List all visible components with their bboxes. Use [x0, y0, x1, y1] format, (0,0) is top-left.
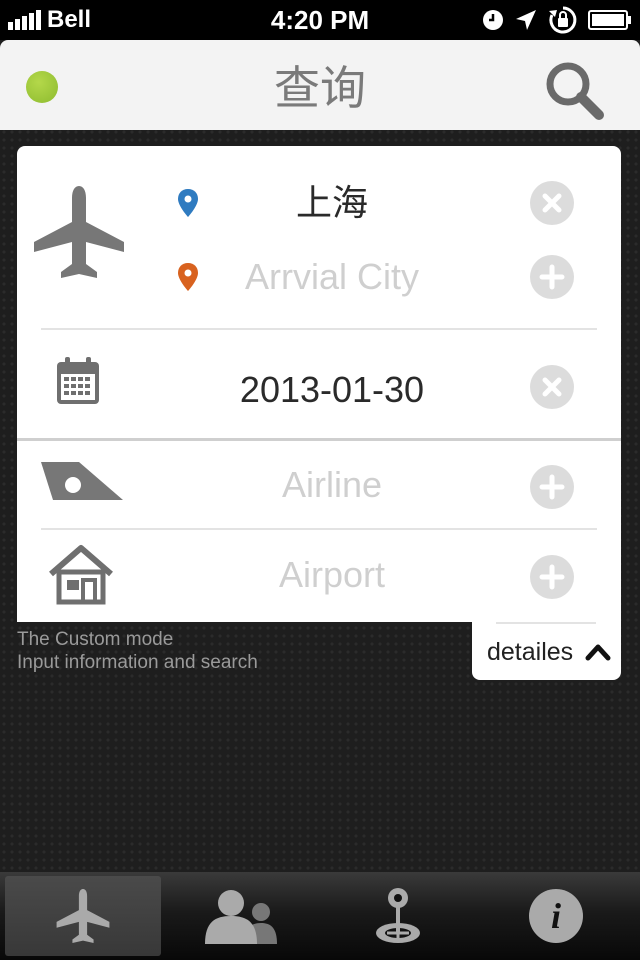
- airport-field[interactable]: Airport: [207, 553, 457, 597]
- tab-bar: i: [0, 872, 640, 960]
- divider: [41, 528, 597, 530]
- plus-icon: [539, 474, 565, 500]
- date-field[interactable]: 2013-01-30: [207, 368, 457, 412]
- add-airline-button[interactable]: [530, 465, 574, 509]
- hint-line-1: The Custom mode: [17, 629, 174, 650]
- search-form-panel: 上海 Arrvial City 2013-01-30 Airline Airpo…: [17, 146, 621, 622]
- people-icon: [205, 890, 277, 944]
- status-icons: [482, 6, 632, 34]
- battery-icon: [588, 10, 631, 30]
- info-icon: i: [529, 889, 583, 943]
- chevron-up-icon: [585, 644, 611, 661]
- section-divider: [17, 438, 621, 441]
- clock-icon: [483, 10, 503, 30]
- close-icon: [542, 377, 562, 397]
- arrival-city-field[interactable]: Arrvial City: [217, 255, 447, 299]
- tab-info[interactable]: i: [478, 876, 634, 956]
- add-arrival-city-button[interactable]: [530, 255, 574, 299]
- plus-icon: [539, 564, 565, 590]
- add-airport-button[interactable]: [530, 555, 574, 599]
- rotation-lock-icon: [549, 6, 577, 34]
- search-icon: [546, 62, 604, 120]
- location-arrow-icon: [516, 10, 536, 30]
- airport-building-icon: [49, 545, 113, 605]
- airplane-icon: [56, 889, 110, 943]
- tab-contacts[interactable]: [161, 876, 317, 956]
- svg-text:i: i: [551, 896, 561, 936]
- clear-date-button[interactable]: [530, 365, 574, 409]
- calendar-icon: [57, 357, 99, 404]
- mode-hint: The Custom mode Input information and se…: [17, 628, 258, 674]
- arrival-pin-icon: [178, 263, 198, 291]
- tab-flights[interactable]: [5, 876, 161, 956]
- airplane-icon: [34, 186, 124, 278]
- close-icon: [542, 193, 562, 213]
- departure-city-field[interactable]: 上海: [217, 181, 447, 225]
- details-label: detailes: [487, 638, 574, 666]
- details-toggle-button[interactable]: detailes: [472, 622, 621, 680]
- departure-pin-icon: [178, 189, 198, 217]
- airline-tail-icon: [41, 462, 123, 500]
- search-button[interactable]: [542, 58, 606, 122]
- clear-departure-button[interactable]: [530, 181, 574, 225]
- plus-icon: [539, 264, 565, 290]
- navigation-bar: 查询: [0, 40, 640, 130]
- tab-map[interactable]: [320, 876, 476, 956]
- airline-field[interactable]: Airline: [207, 463, 457, 507]
- status-bar: Bell 4:20 PM: [0, 0, 640, 40]
- divider: [41, 328, 597, 330]
- map-pin-icon: [376, 888, 420, 943]
- hint-line-2: Input information and search: [17, 652, 258, 673]
- divider: [496, 622, 596, 624]
